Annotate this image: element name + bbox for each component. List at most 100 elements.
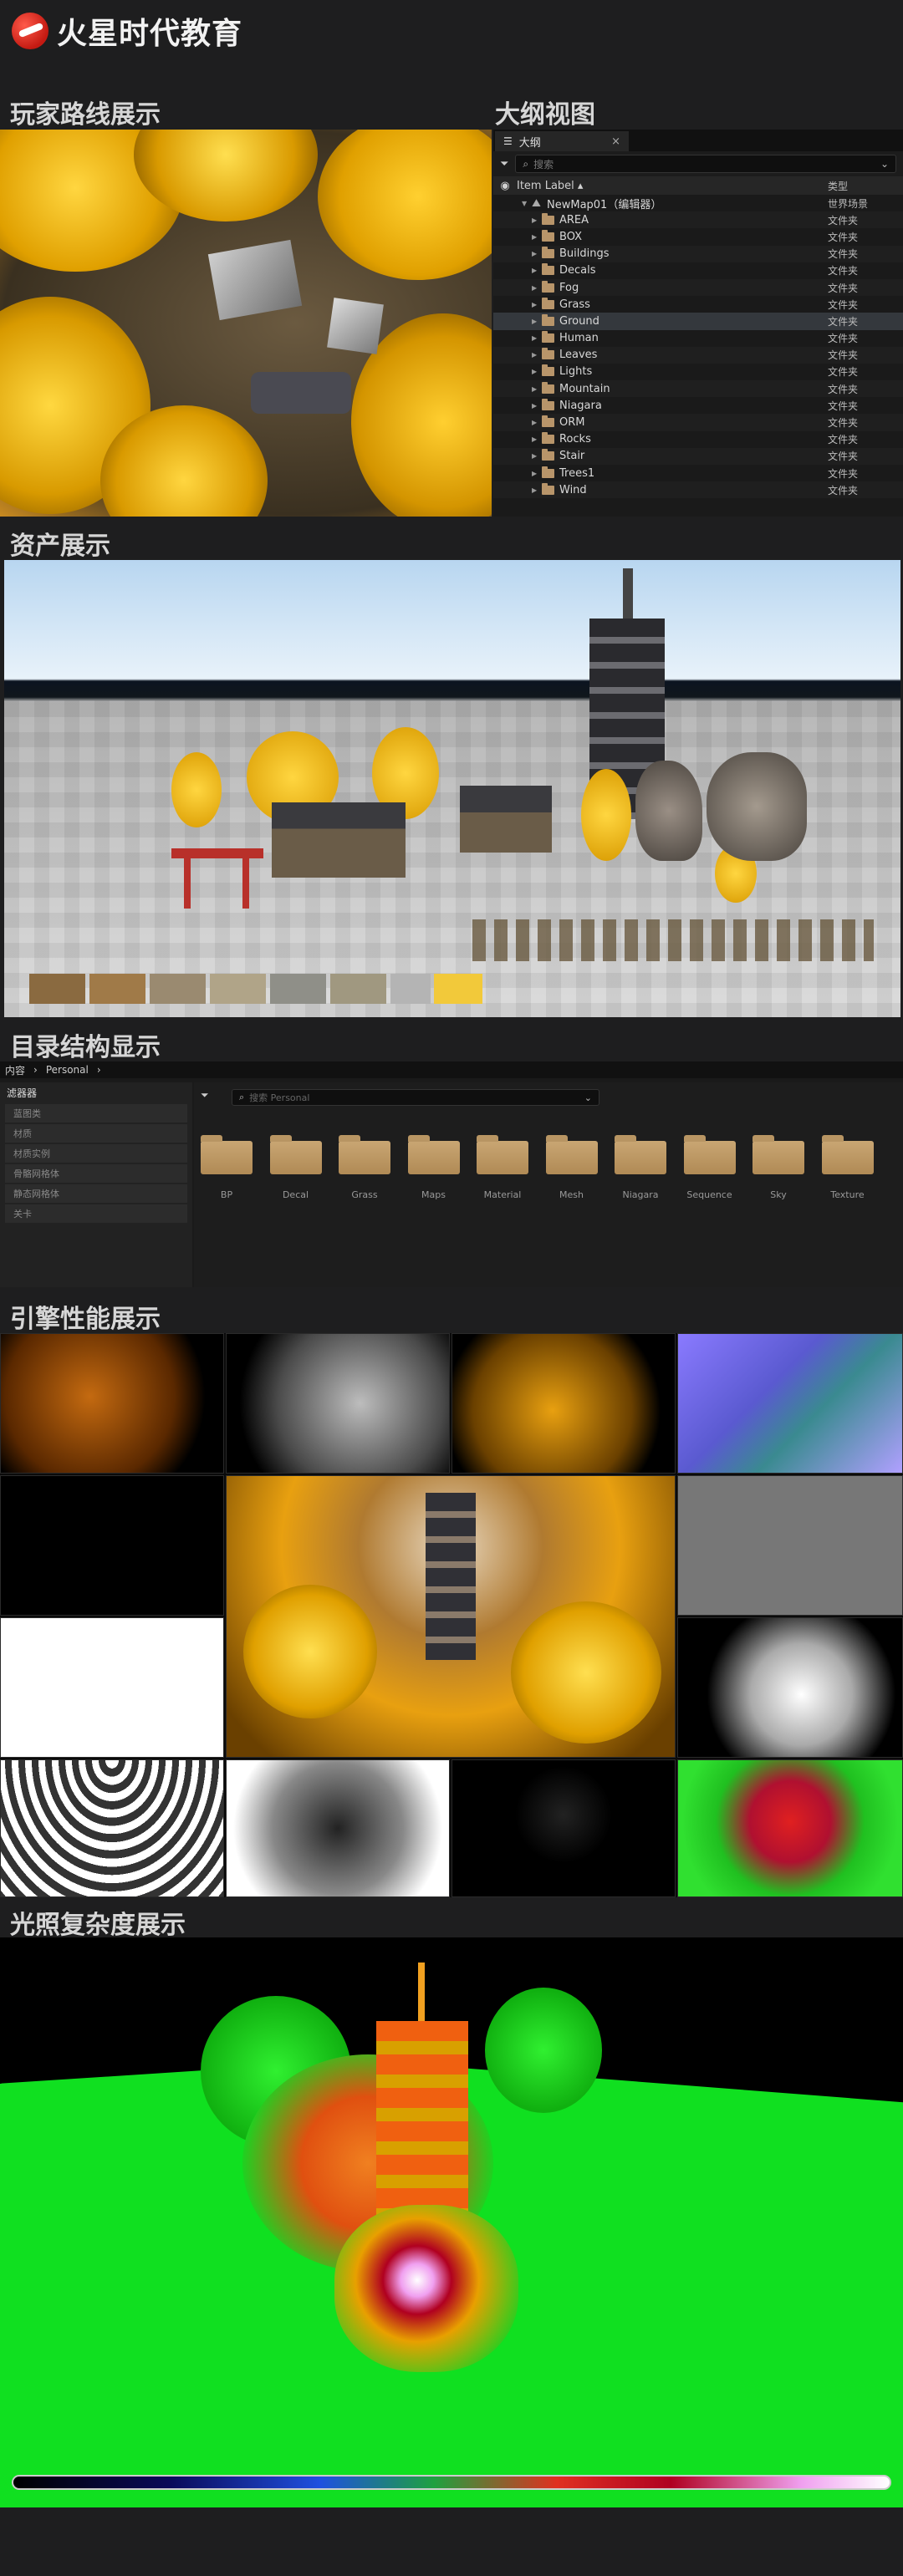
outliner-row[interactable]: ▶ AREA 文件夹 — [493, 211, 903, 229]
folder-icon — [542, 432, 554, 445]
buffer-tile-gray-1 — [226, 1333, 450, 1474]
outliner-row[interactable]: ▶ Decals 文件夹 — [493, 262, 903, 279]
outliner-row[interactable]: ▶ Leaves 文件夹 — [493, 346, 903, 364]
outliner-item-type: 文件夹 — [828, 349, 859, 362]
folder-icon — [615, 1135, 666, 1174]
outliner-item-label: Ground — [559, 314, 599, 328]
expand-icon[interactable]: ▶ — [532, 435, 542, 443]
folder-icon — [542, 263, 554, 276]
outliner-row[interactable]: ▶ Human 文件夹 — [493, 330, 903, 347]
expand-icon[interactable]: ▶ — [532, 318, 542, 325]
outliner-search-input[interactable]: ⌕ 搜索 ⌄ — [515, 155, 896, 173]
buffer-tile-depth-rings — [0, 1759, 224, 1897]
outliner-row[interactable]: ▶ Wind 文件夹 — [493, 481, 903, 499]
outliner-root-type: 世界场景 — [828, 197, 869, 210]
folder-icon — [542, 212, 554, 225]
expand-icon[interactable]: ▶ — [532, 250, 542, 257]
folder-tile[interactable]: BP — [201, 1135, 253, 1200]
folder-icon — [542, 381, 554, 394]
expand-icon[interactable]: ▶ — [532, 351, 542, 359]
breadcrumb-item-personal[interactable]: Personal — [46, 1064, 89, 1076]
outliner-row[interactable]: ▶ Niagara 文件夹 — [493, 397, 903, 414]
folder-label: Maps — [421, 1189, 446, 1200]
expand-icon[interactable]: ▶ — [532, 385, 542, 393]
outliner-row[interactable]: ▶ Grass 文件夹 — [493, 296, 903, 313]
asset-showcase-image — [4, 560, 900, 1017]
section-title-route: 玩家路线展示 — [10, 100, 161, 130]
tab-outliner[interactable]: ☰ 大纲 × — [495, 131, 629, 151]
logo-mark-icon — [12, 13, 48, 49]
outliner-item-label: Wind — [559, 483, 587, 496]
expand-icon[interactable]: ▶ — [532, 301, 542, 308]
folder-tile[interactable]: Sky — [752, 1135, 804, 1200]
breadcrumb-item-root[interactable]: 内容 — [5, 1063, 25, 1077]
outliner-tabbar: ☰ 大纲 × — [493, 130, 903, 151]
outliner-row[interactable]: ▶ Mountain 文件夹 — [493, 380, 903, 398]
content-search-input[interactable]: ⌕ 搜索 Personal ⌄ — [232, 1089, 599, 1106]
expand-icon[interactable]: ▶ — [532, 334, 542, 342]
folder-tile[interactable]: Maps — [407, 1135, 460, 1200]
outliner-row[interactable]: ▶ Fog 文件夹 — [493, 278, 903, 297]
folder-icon — [542, 247, 554, 259]
folder-tile[interactable]: Sequence — [683, 1135, 736, 1200]
folder-icon — [542, 280, 554, 293]
folder-tile[interactable]: Mesh — [545, 1135, 598, 1200]
expand-icon[interactable]: ▶ — [532, 402, 542, 410]
chevron-down-icon: ⌄ — [584, 1092, 592, 1103]
expand-icon[interactable]: ▶ — [532, 470, 542, 477]
chevron-right-icon: › — [96, 1064, 101, 1076]
brand-logo: 火星时代教育 — [12, 10, 242, 52]
folder-tile[interactable]: Grass — [339, 1135, 390, 1200]
outliner-root-row[interactable]: ▼ ⛰ NewMap01（编辑器） 世界场景 — [493, 195, 903, 211]
expand-icon[interactable]: ▼ — [522, 200, 532, 207]
folder-icon — [477, 1135, 528, 1174]
folder-tile[interactable]: Decal — [269, 1135, 322, 1200]
filter-level[interactable]: 关卡 — [5, 1204, 187, 1223]
section-title-lighting: 光照复杂度展示 — [10, 1911, 186, 1940]
expand-icon[interactable]: ▶ — [532, 368, 542, 375]
buffer-tile-diffuse — [452, 1333, 676, 1474]
filter-icon[interactable]: ⏷ — [201, 1089, 209, 1102]
expand-icon[interactable]: ▶ — [532, 233, 542, 241]
folder-icon — [542, 297, 554, 309]
outliner-item-label: Trees1 — [559, 466, 595, 480]
filter-skeletal-mesh[interactable]: 骨骼网格体 — [5, 1164, 187, 1183]
col-type[interactable]: 类型 — [828, 179, 903, 193]
world-icon: ⛰ — [532, 196, 541, 210]
outliner-item-label: Mountain — [559, 382, 610, 395]
folder-tile[interactable]: Niagara — [615, 1135, 666, 1200]
expand-icon[interactable]: ▶ — [532, 452, 542, 460]
outliner-row[interactable]: ▶ Ground 文件夹 — [493, 313, 903, 330]
outliner-row[interactable]: ▶ Lights 文件夹 — [493, 364, 903, 380]
tab-outliner-label: 大纲 — [518, 136, 541, 150]
filter-static-mesh[interactable]: 静态网格体 — [5, 1184, 187, 1203]
outliner-row[interactable]: ▶ BOX 文件夹 — [493, 228, 903, 245]
expand-icon[interactable]: ▶ — [532, 216, 542, 224]
outliner-row[interactable]: ▶ Stair 文件夹 — [493, 447, 903, 465]
expand-icon[interactable]: ▶ — [532, 267, 542, 274]
buffer-tile-gray-flat — [677, 1475, 903, 1616]
outliner-row[interactable]: ▶ ORM 文件夹 — [493, 414, 903, 431]
filter-blueprint[interactable]: 蓝图类 — [5, 1104, 187, 1123]
folder-icon — [201, 1135, 253, 1174]
close-icon[interactable]: × — [611, 135, 620, 148]
expand-icon[interactable]: ▶ — [532, 419, 542, 426]
expand-icon[interactable]: ▶ — [532, 284, 542, 292]
outliner-item-label: Buildings — [559, 247, 610, 261]
filter-icon[interactable]: ⏷ — [500, 158, 508, 171]
folder-tile[interactable]: Material — [477, 1135, 528, 1200]
folder-icon — [542, 331, 554, 344]
filter-material[interactable]: 材质 — [5, 1124, 187, 1143]
expand-icon[interactable]: ▶ — [532, 486, 542, 494]
outliner-row[interactable]: ▶ Trees1 文件夹 — [493, 465, 903, 481]
breadcrumb: 内容 › Personal › — [0, 1061, 903, 1078]
complexity-gradient-bar — [12, 2475, 891, 2490]
outliner-row[interactable]: ▶ Buildings 文件夹 — [493, 245, 903, 262]
folder-tile[interactable]: Texture — [821, 1135, 874, 1200]
eye-icon[interactable]: ◉ — [493, 180, 517, 192]
final-render-tile — [226, 1475, 676, 1758]
outliner-row[interactable]: ▶ Rocks 文件夹 — [493, 431, 903, 448]
col-item-label[interactable]: Item Label ▴ — [517, 180, 583, 192]
filter-panel-title: 滤器器 — [7, 1087, 38, 1099]
filter-material-instance[interactable]: 材质实例 — [5, 1144, 187, 1163]
